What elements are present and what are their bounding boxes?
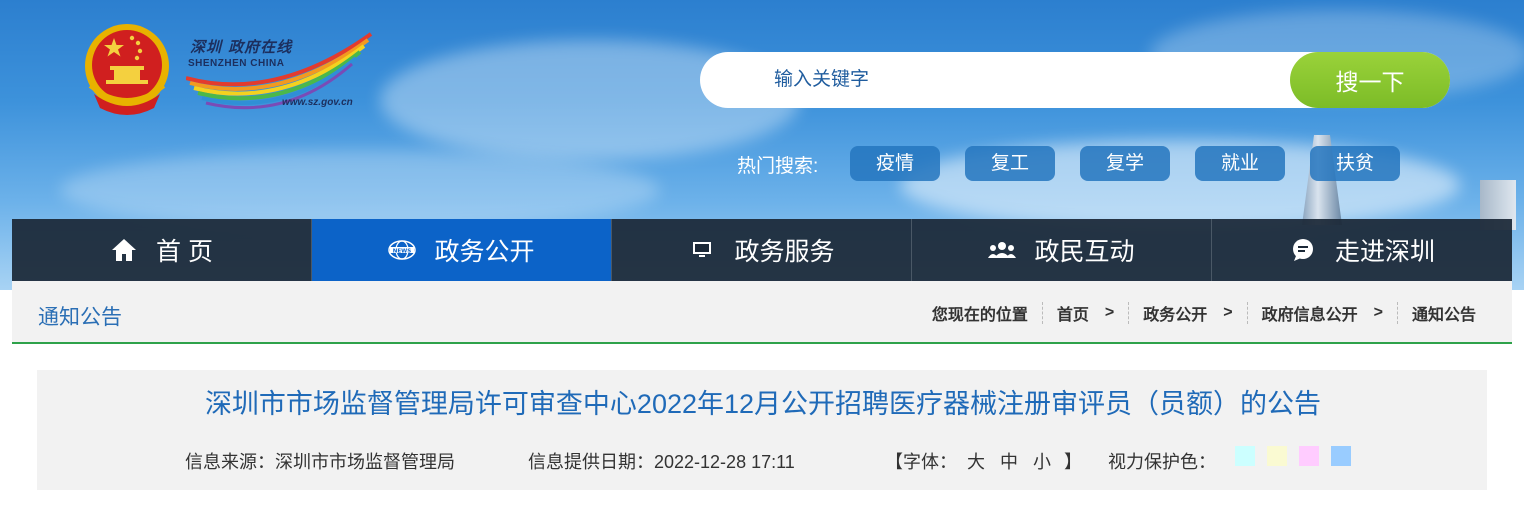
breadcrumb: 您现在的位置 首页 > 政务公开 > 政府信息公开 > 通知公告 [932, 301, 1476, 325]
article-source: 信息来源：深圳市市场监督管理局 [185, 452, 455, 472]
eye-protection-label: 视力保护色： [1108, 452, 1216, 472]
chat-icon [1289, 236, 1317, 264]
logo-url-text: www.sz.gov.cn [282, 97, 353, 108]
monitor-icon [688, 236, 716, 264]
breadcrumb-item-information-disclosure[interactable]: 政府信息公开 [1262, 301, 1358, 325]
nav-item-home[interactable]: 首 页 [12, 219, 312, 281]
section-title: 通知公告 [38, 306, 122, 329]
hot-search-tag[interactable]: 就业 [1195, 146, 1285, 181]
article-header: 深圳市市场监督管理局许可审查中心2022年12月公开招聘医疗器械注册审评员（员额… [37, 370, 1487, 490]
national-emblem-icon [85, 24, 169, 115]
svg-text:NEWS: NEWS [393, 248, 411, 254]
article-date: 信息提供日期：2022-12-28 17:11 [528, 452, 795, 472]
logo-english-text: SHENZHEN CHINA [188, 58, 285, 69]
search-box: 搜一下 [700, 52, 1450, 108]
logo-chinese-text: 深圳 政府在线 [190, 38, 293, 56]
eye-color-swatch-pink[interactable] [1299, 446, 1319, 466]
nav-item-label: 政务公开 [434, 238, 535, 266]
breadcrumb-bar: 通知公告 您现在的位置 首页 > 政务公开 > 政府信息公开 > 通知公告 [12, 281, 1512, 344]
font-size-label: 【字体： [885, 452, 957, 472]
nav-item-label: 政务服务 [734, 238, 835, 266]
breadcrumb-item-government-affairs[interactable]: 政务公开 [1143, 301, 1207, 325]
eye-color-swatch-yellow[interactable] [1267, 446, 1287, 466]
nav-item-label: 政民互动 [1034, 238, 1135, 266]
nav-item-label: 走进深圳 [1334, 238, 1435, 266]
font-size-medium-link[interactable]: 中 [1000, 448, 1018, 474]
breadcrumb-separator: > [1104, 304, 1115, 321]
breadcrumb-divider [1041, 302, 1043, 324]
hot-search-tag[interactable]: 复工 [965, 146, 1055, 181]
news-icon: NEWS [388, 236, 417, 264]
eye-color-swatch-blue[interactable] [1331, 446, 1351, 466]
nav-item-about-shenzhen[interactable]: 走进深圳 [1212, 219, 1512, 281]
nav-item-public-interaction[interactable]: 政民互动 [912, 219, 1212, 281]
eye-color-swatch-cyan[interactable] [1235, 446, 1255, 466]
cloud-decoration [60, 150, 660, 230]
people-icon [988, 236, 1017, 264]
nav-item-government-affairs[interactable]: NEWS 政务公开 [312, 219, 612, 281]
search-button[interactable]: 搜一下 [1290, 52, 1450, 108]
breadcrumb-item-home[interactable]: 首页 [1057, 301, 1089, 325]
breadcrumb-separator: > [1223, 304, 1233, 321]
hot-search-tag[interactable]: 疫情 [850, 146, 940, 181]
breadcrumb-label: 您现在的位置 [931, 307, 1028, 324]
nav-item-label: 首 页 [156, 238, 213, 266]
breadcrumb-divider [1246, 302, 1248, 324]
home-icon [110, 236, 138, 264]
breadcrumb-separator: > [1373, 304, 1383, 321]
font-size-large-link[interactable]: 大 [967, 448, 985, 474]
hot-search-label: 热门搜索: [737, 156, 819, 177]
hot-search-tag[interactable]: 复学 [1080, 146, 1170, 181]
nav-item-government-services[interactable]: 政务服务 [612, 219, 912, 281]
font-size-small-link[interactable]: 小 [1033, 448, 1051, 474]
breadcrumb-item-notices[interactable]: 通知公告 [1412, 301, 1476, 325]
hot-search-tag[interactable]: 扶贫 [1310, 146, 1400, 181]
font-size-bracket-close: 】 [1064, 452, 1082, 472]
main-nav: 首 页 NEWS 政务公开 政务服务 政民互动 走进深圳 [12, 219, 1512, 281]
breadcrumb-divider [1128, 302, 1130, 324]
article-title: 深圳市市场监督管理局许可审查中心2022年12月公开招聘医疗器械注册审评员（员额… [204, 389, 1322, 419]
breadcrumb-divider [1396, 302, 1398, 324]
search-input[interactable] [774, 52, 1274, 108]
